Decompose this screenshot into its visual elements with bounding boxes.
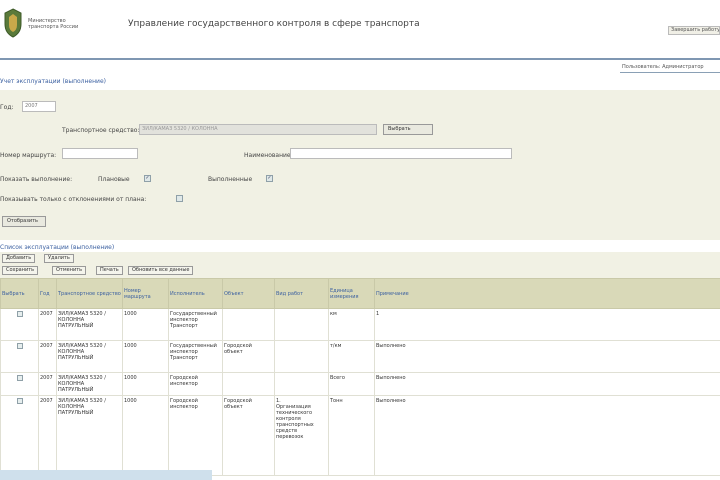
table-row[interactable]: 2007 ЗИЛ/КАМАЗ 5320 / КОЛОННА ПАТРУЛЬНЫЙ… <box>0 372 720 396</box>
executor-cell: Государственный инспектор Транспорт <box>168 308 223 341</box>
list-title: Список эксплуатации (выполнение) <box>0 244 115 251</box>
vehicle-cell: ЗИЛ/КАМАЗ 5320 / КОЛОННА ПАТРУЛЬНЫЙ <box>56 308 123 341</box>
note-cell: Выполнено <box>374 340 720 373</box>
work-cell <box>274 372 329 396</box>
column-header[interactable]: Транспортное средство <box>56 278 123 309</box>
executed-checkbox[interactable]: ✓ <box>266 175 273 182</box>
year-cell: 2007 <box>38 395 57 476</box>
emblem-icon <box>4 8 22 38</box>
select-vehicle-button[interactable]: Выбрать <box>383 124 433 135</box>
route-label: Номер маршрута: <box>0 152 57 159</box>
breadcrumb[interactable]: Учет эксплуатации (выполнение) <box>0 78 106 85</box>
executor-cell: Городской инспектор <box>168 395 223 476</box>
object-cell: Городской объект <box>222 340 275 373</box>
show-label: Показать выполнение: <box>0 176 73 183</box>
name-input[interactable] <box>290 148 512 159</box>
row-checkbox[interactable] <box>16 375 23 381</box>
column-header[interactable]: Исполнитель <box>168 278 223 309</box>
row-checkbox[interactable] <box>16 311 23 317</box>
planned-label: Плановые <box>98 176 130 183</box>
user-info: Пользователь: Администратор <box>622 64 704 70</box>
grid-toolbar: Добавить Удалить Сохранить Отменить Печа… <box>0 252 720 278</box>
save-button[interactable]: Сохранить <box>2 266 39 275</box>
column-header[interactable]: Выбрать <box>0 278 39 309</box>
year-cell: 2007 <box>38 340 57 373</box>
column-header[interactable]: Вид работ <box>274 278 329 309</box>
table-row[interactable]: 2007 ЗИЛ/КАМАЗ 5320 / КОЛОННА ПАТРУЛЬНЫЙ… <box>0 395 720 476</box>
route-input[interactable] <box>62 148 138 159</box>
unit-cell: т/км <box>328 340 375 373</box>
vehicle-cell: ЗИЛ/КАМАЗ 5320 / КОЛОННА ПАТРУЛЬНЫЙ <box>56 372 123 396</box>
table-row[interactable]: 2007 ЗИЛ/КАМАЗ 5320 / КОЛОННА ПАТРУЛЬНЫЙ… <box>0 340 720 373</box>
work-cell <box>274 308 329 341</box>
year-input[interactable]: 2007 <box>22 101 56 112</box>
route-cell: 1000 <box>122 308 169 341</box>
route-cell: 1000 <box>122 372 169 396</box>
add-row-button[interactable]: Добавить <box>2 254 36 263</box>
column-header[interactable]: Год <box>38 278 57 309</box>
work-cell <box>274 340 329 373</box>
row-select-cell[interactable] <box>0 340 39 373</box>
unit-cell: Тонн <box>328 395 375 476</box>
filter-panel: Год: 2007 Транспортное средство: ЗИЛ/КАМ… <box>0 90 720 240</box>
unit-cell: км <box>328 308 375 341</box>
route-cell: 1000 <box>122 395 169 476</box>
column-header[interactable]: Номер маршрута <box>122 278 169 309</box>
row-select-cell[interactable] <box>0 372 39 396</box>
delete-row-button[interactable]: Удалить <box>44 254 74 263</box>
cancel-button[interactable]: Отменить <box>52 266 87 275</box>
year-label: Год: <box>0 104 14 111</box>
deviation-only-checkbox[interactable] <box>176 195 183 202</box>
note-cell: Выполнено <box>374 372 720 396</box>
user-info-underline <box>620 72 720 73</box>
operations-table: Выбрать Год Транспортное средство Номер … <box>0 278 720 476</box>
logout-button[interactable]: Завершить работу <box>668 26 720 35</box>
apply-filter-button[interactable]: Отобразить <box>2 216 46 227</box>
horizontal-scrollbar[interactable] <box>0 470 212 480</box>
year-cell: 2007 <box>38 308 57 341</box>
refresh-all-button[interactable]: Обновить все данные <box>128 266 194 275</box>
vehicle-cell: ЗИЛ/КАМАЗ 5320 / КОЛОННА ПАТРУЛЬНЫЙ <box>56 395 123 476</box>
row-checkbox[interactable] <box>16 398 23 404</box>
note-cell: Выполнено <box>374 395 720 476</box>
table-row[interactable]: 2007 ЗИЛ/КАМАЗ 5320 / КОЛОННА ПАТРУЛЬНЫЙ… <box>0 308 720 341</box>
deviation-only-label: Показывать только с отклонениями от план… <box>0 196 147 203</box>
note-cell: 1 <box>374 308 720 341</box>
vehicle-label: Транспортное средство: <box>62 127 140 134</box>
vehicle-input[interactable]: ЗИЛ/КАМАЗ 5320 / КОЛОННА <box>139 124 377 135</box>
column-header[interactable]: Единица измерения <box>328 278 375 309</box>
column-header[interactable]: Примечание <box>374 278 720 309</box>
planned-checkbox[interactable]: ✓ <box>144 175 151 182</box>
print-button[interactable]: Печать <box>96 266 123 275</box>
header-divider <box>0 58 720 60</box>
year-cell: 2007 <box>38 372 57 396</box>
row-checkbox[interactable] <box>16 343 23 349</box>
column-header[interactable]: Объект <box>222 278 275 309</box>
org-name: Министерство транспорта России <box>28 18 79 30</box>
app-header: Министерство транспорта России Управлени… <box>0 0 720 58</box>
route-cell: 1000 <box>122 340 169 373</box>
app-title: Управление государственного контроля в с… <box>128 19 420 29</box>
row-select-cell[interactable] <box>0 395 39 476</box>
row-select-cell[interactable] <box>0 308 39 341</box>
vehicle-cell: ЗИЛ/КАМАЗ 5320 / КОЛОННА ПАТРУЛЬНЫЙ <box>56 340 123 373</box>
executor-cell: Городской инспектор <box>168 372 223 396</box>
executed-label: Выполненные <box>208 176 253 183</box>
work-cell: 1. Организация технического контроля тра… <box>274 395 329 476</box>
object-cell: Городской объект <box>222 395 275 476</box>
name-label: Наименование: <box>244 152 293 159</box>
object-cell <box>222 308 275 341</box>
unit-cell: Всего <box>328 372 375 396</box>
object-cell <box>222 372 275 396</box>
executor-cell: Государственный инспектор Транспорт <box>168 340 223 373</box>
table-header: Выбрать Год Транспортное средство Номер … <box>0 278 720 309</box>
